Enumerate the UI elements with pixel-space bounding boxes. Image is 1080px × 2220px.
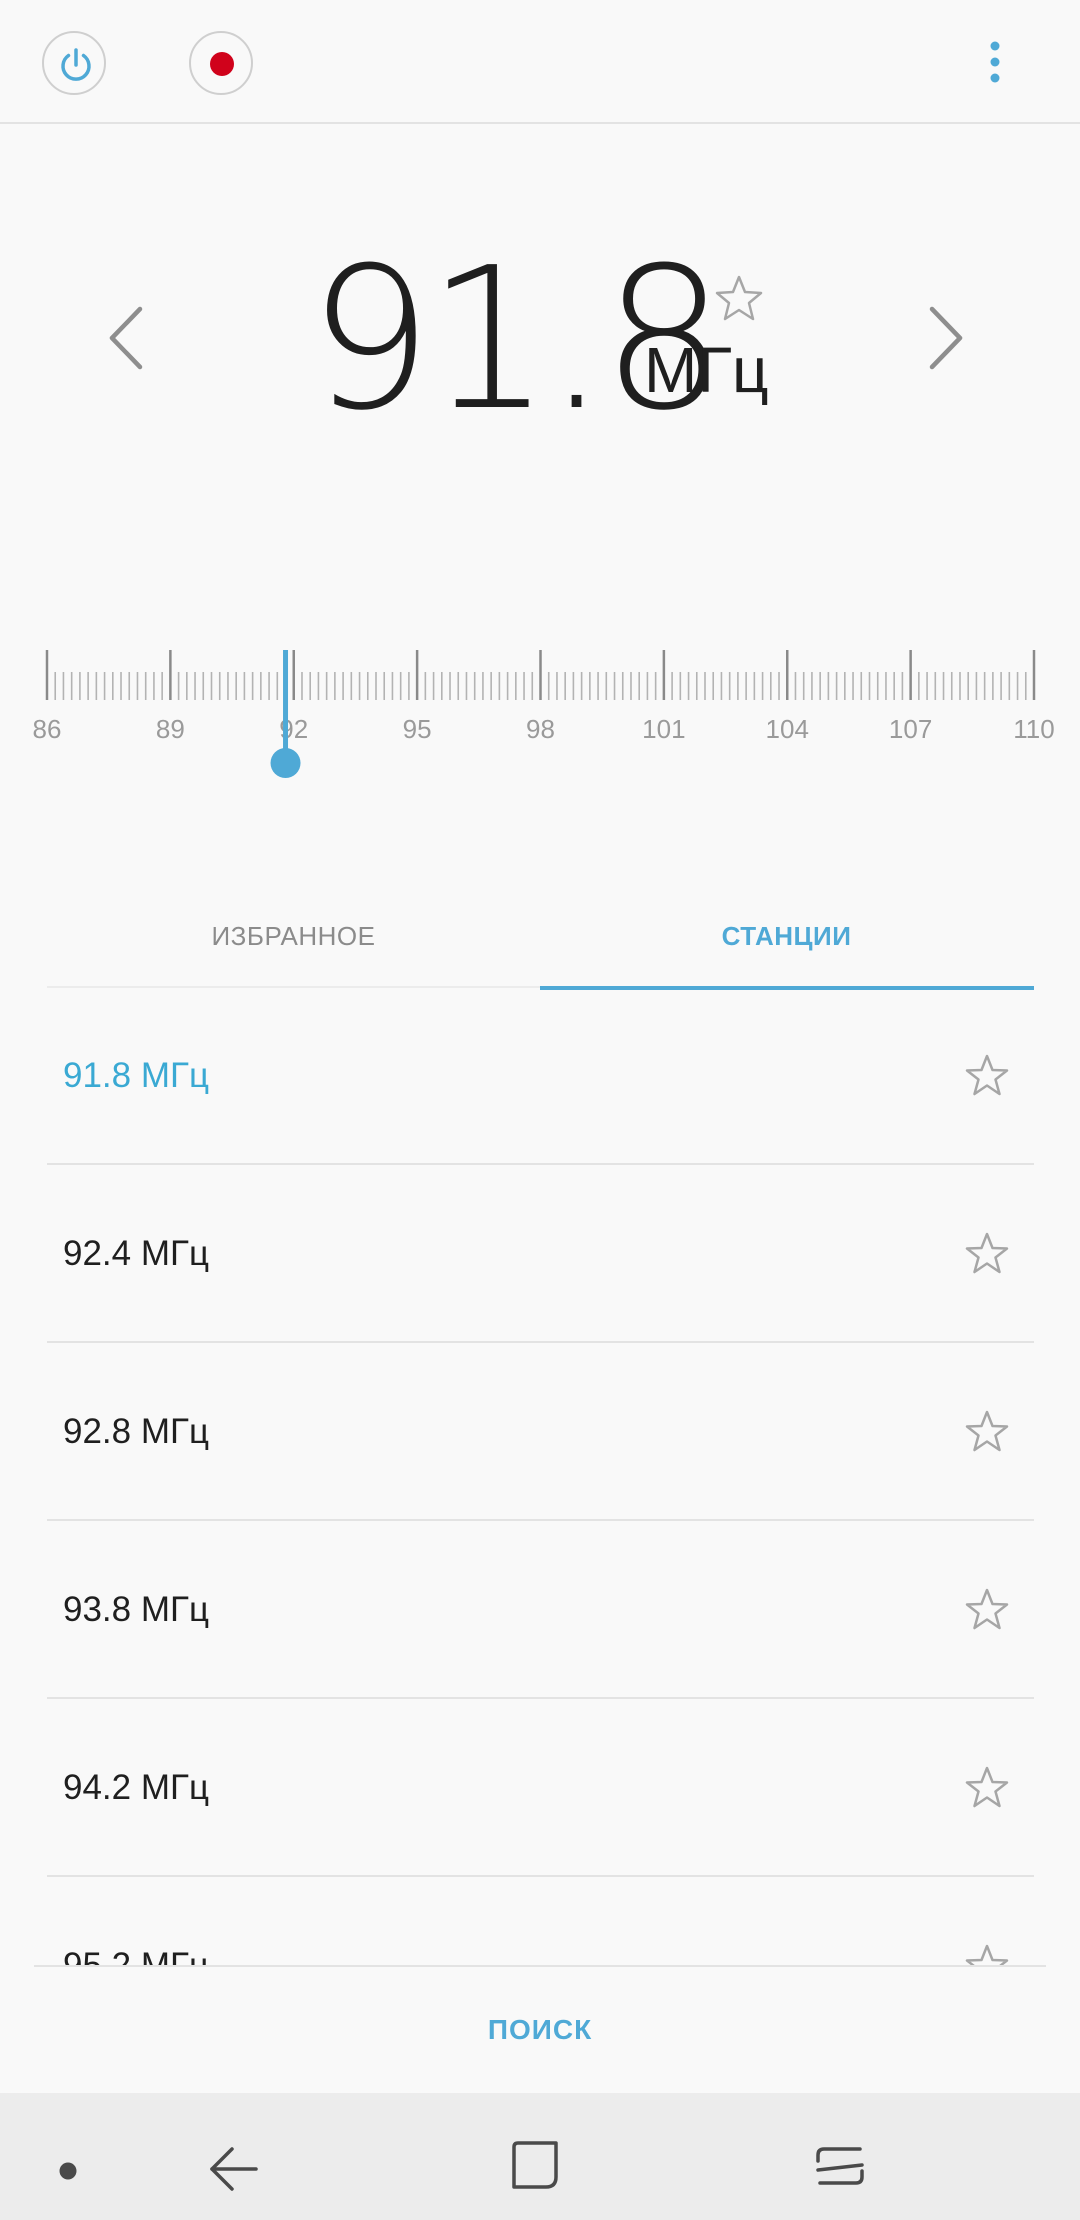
power-icon — [61, 48, 91, 81]
favorite-star-icon[interactable] — [714, 274, 764, 322]
star-outline-icon[interactable] — [964, 1231, 1010, 1277]
frequency-dial[interactable]: 86 89 92 95 98 101 104 107 110 — [0, 640, 1080, 780]
dial-labels: 86 89 92 95 98 101 104 107 110 — [33, 714, 1055, 744]
search-button[interactable]: ПОИСК — [34, 1967, 1046, 2093]
record-icon — [210, 52, 234, 76]
frequency-unit: МГц — [644, 334, 769, 406]
system-navigation-bar — [0, 2093, 1080, 2220]
tab-favorites[interactable]: ИЗБРАННОЕ — [47, 900, 540, 988]
station-label: 94.2 МГц — [63, 1768, 209, 1807]
station-label: 92.8 МГц — [63, 1412, 209, 1451]
power-button[interactable] — [42, 31, 106, 95]
dial-tick-label: 104 — [766, 714, 809, 744]
recents-icon[interactable] — [810, 2141, 870, 2197]
fm-radio-app: 91.8 МГц 86 89 92 95 98 101 104 107 110 ИЗБРАННО… — [0, 0, 1080, 2220]
dial-tick-label: 95 — [403, 714, 432, 744]
more-vertical-icon — [990, 41, 1000, 83]
dial-tick-label: 86 — [33, 714, 62, 744]
station-row-92-8[interactable]: 92.8 МГц — [47, 1343, 1034, 1521]
star-outline-icon[interactable] — [964, 1765, 1010, 1811]
more-options-button[interactable] — [970, 30, 1020, 94]
dot-icon[interactable] — [53, 2156, 83, 2186]
tab-stations[interactable]: СТАНЦИИ — [540, 900, 1034, 990]
star-outline-icon[interactable] — [964, 1409, 1010, 1455]
dial-tick-label: 89 — [156, 714, 185, 744]
top-toolbar — [0, 0, 1080, 124]
star-outline-icon[interactable] — [964, 1943, 1010, 1965]
dial-ticks — [45, 650, 1036, 700]
station-row-93-8[interactable]: 93.8 МГц — [47, 1521, 1034, 1699]
frequency-display: 91.8 МГц — [0, 240, 1080, 450]
star-outline-icon[interactable] — [964, 1587, 1010, 1633]
station-row-91-8[interactable]: 91.8 МГц — [47, 987, 1034, 1165]
home-square-icon[interactable] — [508, 2139, 564, 2195]
back-icon[interactable] — [206, 2143, 262, 2199]
station-tabs: ИЗБРАННОЕ СТАНЦИИ — [47, 900, 1034, 990]
station-row-94-2[interactable]: 94.2 МГц — [47, 1699, 1034, 1877]
station-row-95-2[interactable]: 95.2 МГц — [47, 1877, 1034, 1965]
dial-tick-label: 107 — [889, 714, 932, 744]
search-bar: ПОИСК — [34, 1965, 1046, 2093]
station-list[interactable]: 91.8 МГц 92.4 МГц 92.8 МГц 93.8 МГц 94.2… — [47, 987, 1034, 1965]
record-button[interactable] — [189, 31, 253, 95]
station-label: 95.2 МГц — [63, 1877, 209, 1965]
star-outline-icon[interactable] — [964, 1053, 1010, 1099]
station-label: 91.8 МГц — [63, 1056, 209, 1095]
station-label: 92.4 МГц — [63, 1234, 209, 1273]
chevron-left-icon[interactable] — [104, 305, 148, 371]
dial-tick-label: 98 — [526, 714, 555, 744]
station-row-92-4[interactable]: 92.4 МГц — [47, 1165, 1034, 1343]
dial-tick-label: 110 — [1013, 714, 1054, 744]
dial-tick-label: 101 — [642, 714, 685, 744]
station-label: 93.8 МГц — [63, 1590, 209, 1629]
needle-handle[interactable] — [270, 748, 301, 778]
chevron-right-icon[interactable] — [924, 305, 968, 371]
